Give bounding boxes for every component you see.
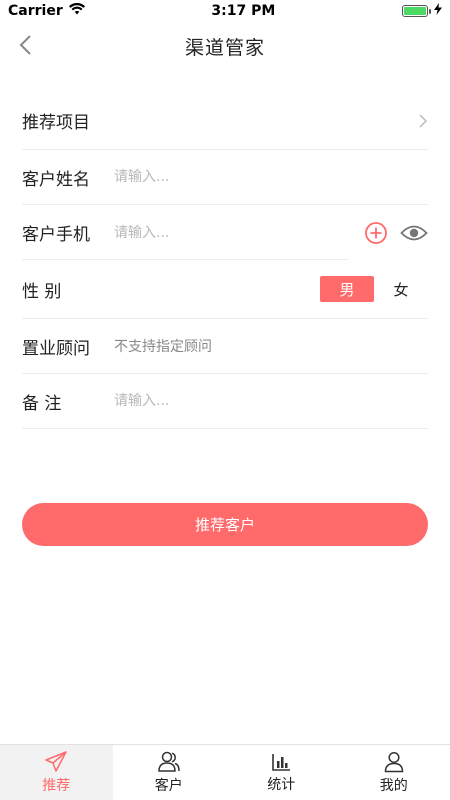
phone-actions: [364, 221, 428, 245]
tab-label: 我的: [379, 777, 408, 794]
phone-row: 客户手机: [22, 205, 428, 260]
wifi-icon: [68, 2, 85, 19]
bar-chart-icon: [272, 753, 291, 771]
recommend-form: 推荐项目 客户姓名 客户手机 性: [22, 92, 428, 429]
tab-label: 统计: [267, 776, 296, 793]
phone-input[interactable]: [114, 217, 364, 248]
remark-row: 备 注: [22, 374, 428, 429]
gender-selector: 男 女: [320, 276, 428, 302]
gender-female-button[interactable]: 女: [374, 276, 428, 302]
user-icon: [384, 751, 404, 772]
gender-label: 性 别: [22, 281, 62, 302]
remark-input[interactable]: [114, 386, 428, 416]
chevron-right-icon: [419, 113, 428, 128]
advisor-value: 不支持指定顾问: [114, 339, 212, 355]
add-circle-icon[interactable]: [364, 221, 388, 245]
recommend-customer-button[interactable]: 推荐客户: [22, 503, 428, 546]
battery-icon: [402, 5, 431, 17]
project-row[interactable]: 推荐项目: [22, 92, 428, 150]
nav-bar: 渠道管家: [0, 22, 450, 70]
status-right: [402, 3, 442, 19]
status-bar: Carrier 3:17 PM: [0, 0, 450, 22]
gender-row: 性 别 男 女: [22, 260, 428, 319]
paper-plane-icon: [45, 750, 67, 772]
name-label: 客户姓名: [22, 169, 90, 190]
phone-label: 客户手机: [22, 225, 90, 245]
charging-icon: [434, 3, 442, 19]
page-title: 渠道管家: [184, 36, 265, 59]
tab-bar: 推荐 客户 统计 我的: [0, 744, 450, 800]
remark-label: 备 注: [22, 393, 62, 414]
tab-recommend[interactable]: 推荐: [0, 745, 113, 800]
tab-mine[interactable]: 我的: [338, 745, 450, 800]
chevron-left-icon: [19, 35, 31, 55]
tab-customers[interactable]: 客户: [113, 745, 226, 800]
eye-icon[interactable]: [400, 223, 428, 243]
gender-male-button[interactable]: 男: [320, 276, 374, 302]
advisor-row[interactable]: 置业顾问 不支持指定顾问: [22, 319, 428, 374]
name-row: 客户姓名: [22, 150, 428, 205]
advisor-label: 置业顾问: [22, 338, 90, 359]
back-button[interactable]: [12, 32, 38, 58]
status-left: Carrier: [8, 2, 85, 19]
tab-statistics[interactable]: 统计: [225, 745, 338, 800]
project-label: 推荐项目: [22, 113, 90, 133]
name-input[interactable]: [114, 162, 428, 192]
carrier-label: Carrier: [8, 3, 63, 19]
users-icon: [157, 751, 180, 772]
tab-label: 客户: [154, 777, 183, 794]
status-time: 3:17 PM: [211, 3, 276, 19]
tab-label: 推荐: [42, 777, 71, 794]
